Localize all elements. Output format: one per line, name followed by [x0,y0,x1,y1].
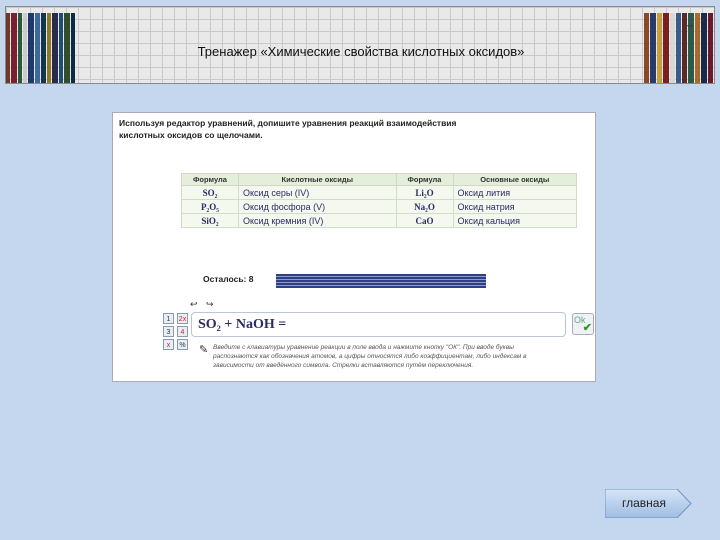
acid-name: Оксид кремния (IV) [238,213,397,228]
acid-formula: SiO₂ [181,213,239,228]
header-base-formula: Формула [395,173,454,186]
acid-formula: SO₂ [181,185,239,200]
subscript-tool-button[interactable]: 1 [163,313,174,324]
equation-input[interactable]: SO₂ + NaOH = [191,312,566,337]
charge-tool-button[interactable]: 4 [177,326,188,337]
superscript-tool-button[interactable]: 3 [163,326,174,337]
header-banner: Тренажер «Химические свойства кислотных … [5,6,715,84]
checkmark-icon: ✔ [582,322,592,334]
base-formula: CaO [395,213,454,228]
pen-icon: ✎ [199,344,209,356]
table-row: SO₂ Оксид серы (IV) Li₂O Оксид лития [181,185,577,200]
undo-redo-arrows[interactable]: ↩ ↪ [190,299,217,310]
ok-button[interactable]: Ok ✔ [572,313,594,335]
trainer-panel: Используя редактор уравнений, допишите у… [112,112,596,382]
main-menu-label: главная [622,496,666,510]
acid-formula: P₂O₅ [181,199,239,214]
table-header-row: Формула Кислотные оксиды Формула Основны… [181,173,577,186]
base-name: Оксид натрия [452,199,577,214]
clear-tool-button[interactable]: х [163,339,174,350]
remaining-progress-bar [276,274,486,288]
special-tool-button[interactable]: % [177,339,188,350]
equation-toolbar: 1 2х 3 4 х % [163,313,189,350]
acid-name: Оксид фосфора (V) [238,199,397,214]
coefficient-tool-button[interactable]: 2х [177,313,188,324]
main-menu-button[interactable]: главная [604,488,693,519]
base-name: Оксид лития [452,185,577,200]
table-row: P₂O₅ Оксид фосфора (V) Na₂O Оксид натрия [181,199,577,214]
oxides-table: Формула Кислотные оксиды Формула Основны… [181,173,577,228]
acid-name: Оксид серы (IV) [238,185,397,200]
remaining-counter: Осталось: 8 [203,274,254,284]
task-instruction: Используя редактор уравнений, допишите у… [119,118,457,140]
header-acid-formula: Формула [181,173,239,186]
close-button[interactable]: × [698,15,708,27]
window-controls: _ × [685,15,708,27]
base-formula: Li₂O [395,185,454,200]
base-formula: Na₂O [395,199,454,214]
header-basic-oxides: Основные оксиды [452,173,577,186]
input-hint: Введите с клавиатуры уравнение реакции в… [213,344,527,369]
page-title: Тренажер «Химические свойства кислотных … [197,44,525,59]
base-name: Оксид кальция [452,213,577,228]
header-acid-oxides: Кислотные оксиды [238,173,397,186]
minimize-button[interactable]: _ [685,15,695,27]
table-row: SiO₂ Оксид кремния (IV) CaO Оксид кальци… [181,213,577,228]
